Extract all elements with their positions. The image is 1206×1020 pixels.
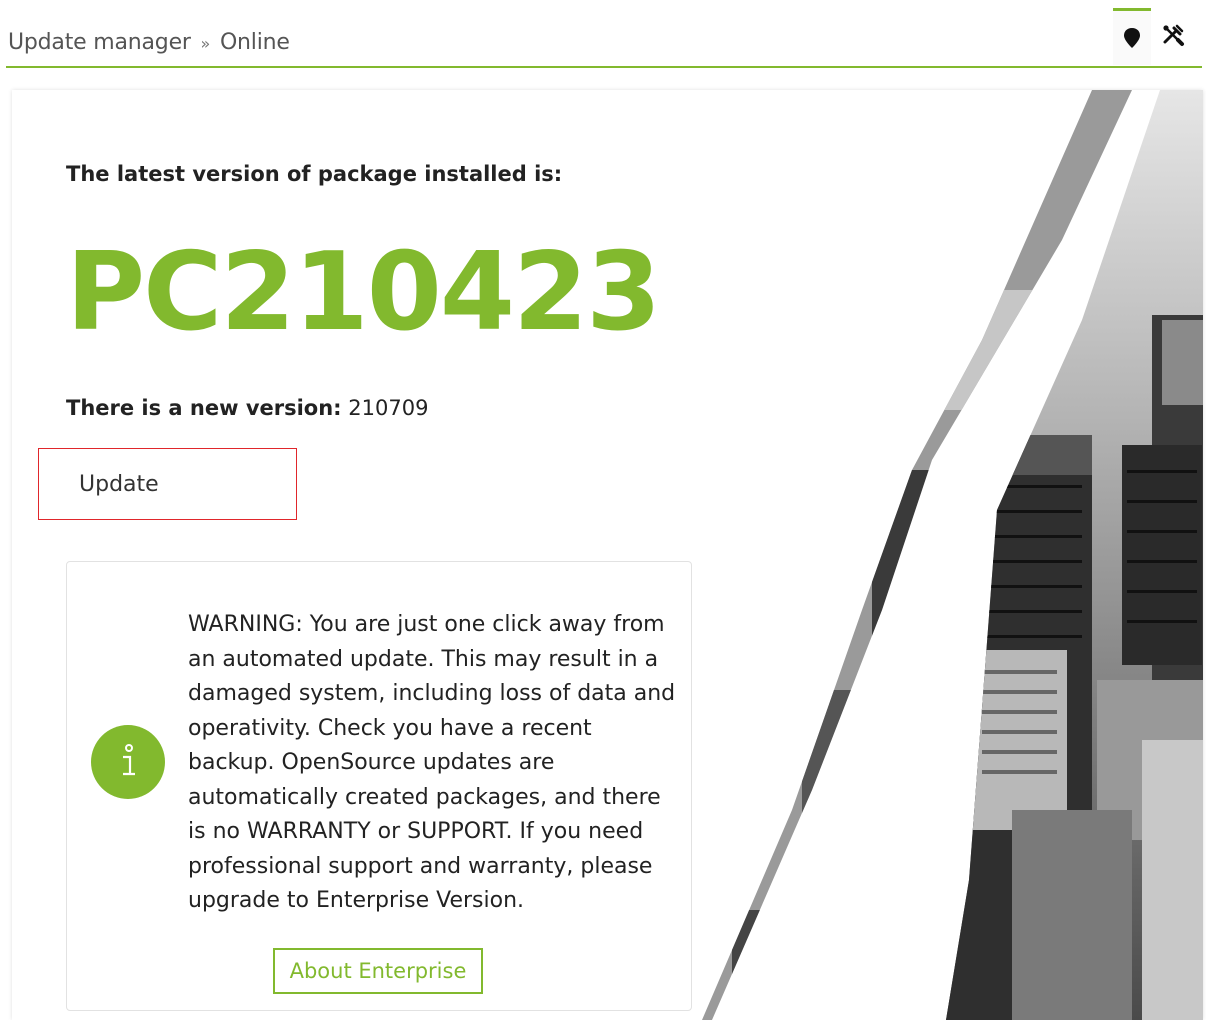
tab-tools[interactable] (1154, 8, 1192, 62)
info-badge (91, 725, 165, 799)
about-enterprise-button[interactable]: About Enterprise (273, 948, 483, 994)
new-version-value: 210709 (348, 396, 429, 420)
page-header: Update manager » Online (6, 0, 1202, 68)
update-button[interactable]: Update (38, 448, 297, 520)
new-version-label: There is a new version: (66, 396, 342, 420)
tab-map[interactable] (1113, 8, 1151, 65)
installed-version-label: The latest version of package installed … (66, 162, 563, 186)
breadcrumb: Update manager » Online (8, 30, 290, 55)
breadcrumb-separator: » (200, 34, 211, 53)
tools-icon (1163, 24, 1184, 46)
map-marker-icon (1124, 28, 1140, 48)
new-version-info: There is a new version: 210709 (66, 396, 428, 420)
breadcrumb-current: Online (219, 30, 290, 55)
info-icon (123, 744, 135, 776)
breadcrumb-section[interactable]: Update manager (8, 30, 191, 55)
installed-version: PC210423 (66, 230, 661, 355)
warning-text: WARNING: You are just one click away fro… (188, 612, 676, 913)
update-panel: The latest version of package installed … (12, 90, 1203, 1020)
warning-box: WARNING: You are just one click away fro… (66, 561, 692, 1011)
